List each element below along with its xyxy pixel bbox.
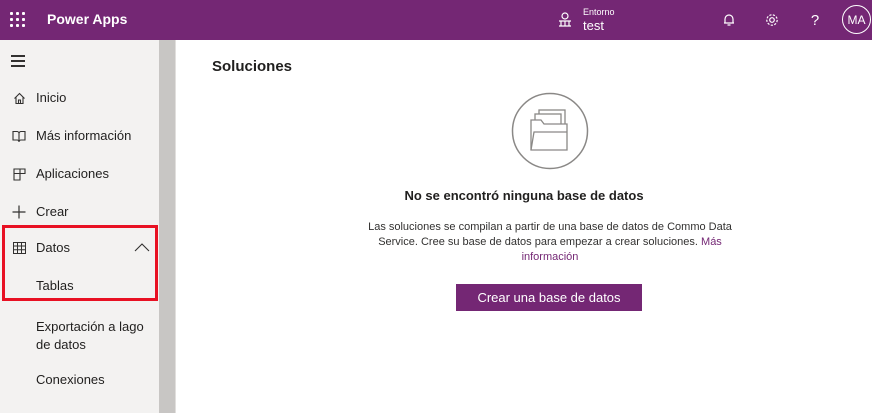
environment-icon xyxy=(559,12,571,27)
sidebar-item-datos[interactable]: Datos xyxy=(0,229,159,267)
avatar[interactable]: MA xyxy=(842,5,871,34)
empty-state-text: Las soluciones se compilan a partir de u… xyxy=(368,221,732,248)
empty-state-description: Las soluciones se compilan a partir de u… xyxy=(360,220,740,265)
sidebar-item-label: Tablas xyxy=(36,278,74,293)
gear-icon[interactable] xyxy=(762,10,782,30)
top-bar: Power Apps Entorno test ? MA xyxy=(0,0,872,40)
sidebar-item-crear[interactable]: Crear xyxy=(0,193,159,231)
empty-folder-icon xyxy=(511,92,589,170)
page-title: Soluciones xyxy=(212,58,293,75)
chevron-up-icon[interactable] xyxy=(134,240,150,256)
sidebar-item-label: Crear xyxy=(36,204,69,219)
sidebar-scrollbar[interactable] xyxy=(159,40,175,413)
sidebar-item-label: Más información xyxy=(36,128,132,143)
environment-picker[interactable]: Entorno test xyxy=(556,3,615,37)
sidebar-item-tablas[interactable]: Tablas xyxy=(0,267,159,305)
sidebar-item-mas-informacion[interactable]: Más información xyxy=(0,117,159,155)
empty-state-title: No se encontró ninguna base de datos xyxy=(404,188,644,203)
sidebar-item-label: Datos xyxy=(36,240,70,255)
help-icon[interactable]: ? xyxy=(805,10,825,30)
sidebar: Inicio Más información Aplicaciones Crea… xyxy=(0,40,159,413)
book-icon xyxy=(12,129,26,143)
hamburger-menu-icon[interactable] xyxy=(11,55,25,67)
sidebar-item-label: Conexiones xyxy=(36,372,105,387)
home-icon xyxy=(12,91,26,105)
table-icon xyxy=(12,241,26,255)
sidebar-item-conexiones[interactable]: Conexiones xyxy=(0,361,159,399)
divider xyxy=(175,40,176,413)
sidebar-item-aplicaciones[interactable]: Aplicaciones xyxy=(0,155,159,193)
sidebar-item-label: Exportación a lago de datos xyxy=(36,319,144,352)
sidebar-item-exportacion-lago-datos[interactable]: Exportación a lago de datos xyxy=(0,314,159,358)
sidebar-item-inicio[interactable]: Inicio xyxy=(0,79,159,117)
bell-icon[interactable] xyxy=(719,10,739,30)
create-database-button[interactable]: Crear una base de datos xyxy=(456,284,642,311)
environment-name: test xyxy=(583,17,604,33)
sidebar-item-label: Aplicaciones xyxy=(36,166,109,181)
app-title[interactable]: Power Apps xyxy=(47,11,127,27)
environment-label: Entorno xyxy=(583,6,615,17)
waffle-icon[interactable] xyxy=(7,9,29,31)
plus-icon xyxy=(12,205,26,219)
sidebar-item-label: Inicio xyxy=(36,90,67,105)
apps-icon xyxy=(12,167,26,181)
